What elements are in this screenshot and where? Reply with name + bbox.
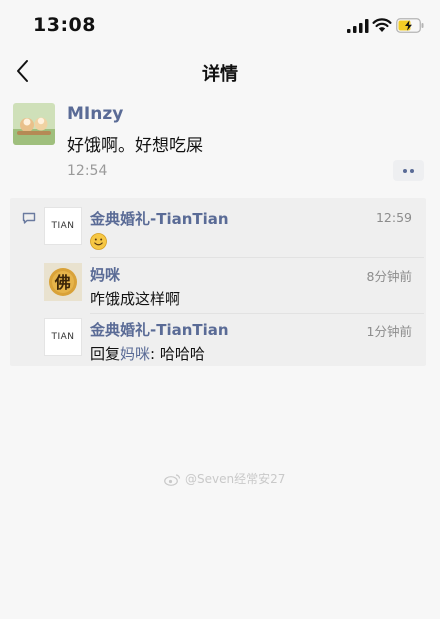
post-content: 好饿啊。好想吃屎 (67, 136, 203, 156)
cellular-signal-icon (347, 19, 369, 33)
reply-text: : 哈哈哈 (150, 345, 205, 363)
comment-time: 1分钟前 (366, 324, 412, 339)
svg-text:佛: 佛 (54, 273, 72, 292)
watermark-text: @Seven经常安27 (185, 472, 286, 486)
comment-item[interactable]: TIAN 金典婚礼-TianTian 12:59 (44, 204, 424, 257)
comments-panel: TIAN 金典婚礼-TianTian 12:59 佛 妈咪 8分钟前 咋饿成这样… (10, 198, 426, 366)
status-time: 13:08 (33, 14, 96, 36)
comment-divider (90, 313, 424, 314)
weibo-logo-icon (164, 474, 181, 486)
commenter-name[interactable]: 妈咪 (90, 264, 120, 285)
commenter-avatar[interactable]: TIAN (44, 207, 82, 245)
smiling-face-emoji-icon (90, 233, 107, 250)
commenter-avatar[interactable]: 佛 (44, 263, 82, 301)
more-actions-button[interactable] (393, 160, 424, 181)
commenter-name[interactable]: 金典婚礼-TianTian (90, 208, 229, 229)
comment-time: 8分钟前 (366, 269, 412, 284)
wifi-icon (372, 18, 392, 32)
comment-time: 12:59 (375, 210, 412, 225)
avatar-picture-icon (13, 103, 55, 145)
post-author-avatar[interactable] (13, 103, 55, 145)
more-dot-icon (403, 169, 407, 173)
watermark: @Seven经常安27 (164, 470, 285, 487)
battery-charging-icon (396, 18, 424, 33)
comment-divider (90, 257, 424, 258)
status-bar: 13:08 (0, 0, 440, 50)
comment-item[interactable]: TIAN 金典婚礼-TianTian 1分钟前 回复妈咪: 哈哈哈 (44, 315, 424, 368)
page-title: 详情 (202, 64, 238, 85)
comment-text: 回复妈咪: 哈哈哈 (90, 343, 205, 364)
commenter-avatar[interactable]: TIAN (44, 318, 82, 356)
comment-bubble-icon (22, 212, 36, 224)
more-dot-icon (410, 169, 414, 173)
comment-text: 咋饿成这样啊 (90, 290, 181, 308)
comment-item[interactable]: 佛 妈咪 8分钟前 咋饿成这样啊 (44, 260, 424, 313)
commenter-name[interactable]: 金典婚礼-TianTian (90, 319, 229, 340)
post-author-name[interactable]: MInzy (67, 104, 123, 124)
navigation-bar: 详情 (0, 50, 440, 92)
buddha-calligraphy-avatar-icon: 佛 (44, 263, 82, 301)
post-timestamp: 12:54 (67, 163, 108, 179)
reply-prefix: 回复 (90, 345, 121, 363)
reply-target-name[interactable]: 妈咪 (120, 345, 150, 363)
